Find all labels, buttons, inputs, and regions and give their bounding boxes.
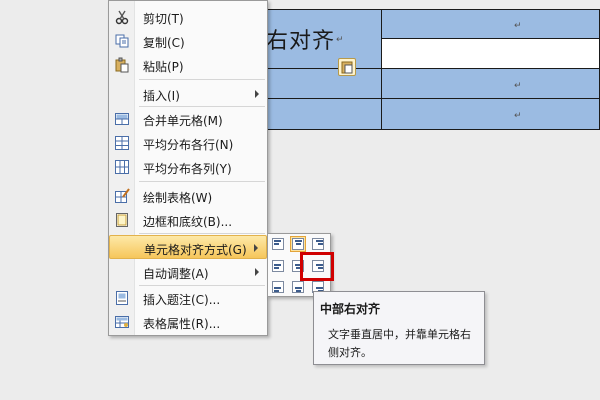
menu-item-draw-table[interactable]: 绘制表格(W) bbox=[109, 184, 267, 208]
menu-item-label: 表格属性(R)... bbox=[143, 317, 221, 331]
menu-item-label: 合并单元格(M) bbox=[143, 114, 223, 128]
paste-options-icon[interactable] bbox=[338, 58, 356, 76]
menu-item-borders-shading[interactable]: 边框和底纹(B)... bbox=[109, 208, 267, 232]
align-top-left-icon[interactable] bbox=[270, 236, 286, 252]
menu-item-label: 剪切(T) bbox=[143, 12, 184, 26]
align-middle-left-icon[interactable] bbox=[270, 258, 286, 274]
submenu-arrow-icon bbox=[255, 268, 259, 276]
table-cell[interactable] bbox=[381, 9, 600, 39]
menu-item-label: 复制(C) bbox=[143, 36, 185, 50]
menu-item-paste[interactable]: 粘贴(P) bbox=[109, 53, 267, 77]
table-cell[interactable] bbox=[381, 38, 600, 69]
scissors-icon bbox=[114, 9, 130, 25]
menu-separator bbox=[139, 79, 265, 80]
menu-item-insert[interactable]: 插入(I) bbox=[109, 82, 267, 106]
table-cell[interactable] bbox=[252, 68, 382, 99]
menu-item-cut[interactable]: 剪切(T) bbox=[109, 5, 267, 29]
menu-item-label: 绘制表格(W) bbox=[143, 191, 213, 205]
paragraph-mark: ↵ bbox=[514, 81, 522, 91]
word-table: 右对齐 ↵ ↵ ↵ ↵ bbox=[252, 9, 600, 130]
align-top-center-icon[interactable] bbox=[290, 236, 306, 252]
align-bottom-center-icon[interactable] bbox=[290, 279, 306, 295]
paragraph-mark: ↵ bbox=[514, 111, 522, 121]
table-cell[interactable] bbox=[381, 68, 600, 99]
align-bottom-left-icon[interactable] bbox=[270, 279, 286, 295]
menu-item-label: 自动调整(A) bbox=[143, 267, 209, 281]
menu-item-label: 插入(I) bbox=[143, 89, 180, 103]
menu-item-label: 单元格对齐方式(G) bbox=[144, 243, 247, 257]
borders-icon bbox=[114, 212, 130, 228]
align-top-right-icon[interactable] bbox=[310, 236, 326, 252]
tooltip: 中部右对齐 文字垂直居中，并靠单元格右侧对齐。 bbox=[313, 291, 485, 365]
menu-item-table-properties[interactable]: 表格属性(R)... bbox=[109, 310, 267, 334]
menu-item-merge-cells[interactable]: 合并单元格(M) bbox=[109, 107, 267, 131]
menu-item-label: 平均分布各行(N) bbox=[143, 138, 234, 152]
menu-separator bbox=[139, 181, 265, 182]
menu-item-autofit[interactable]: 自动调整(A) bbox=[109, 260, 267, 284]
menu-separator bbox=[139, 233, 265, 234]
paragraph-mark: ↵ bbox=[336, 35, 344, 45]
menu-item-label: 边框和底纹(B)... bbox=[143, 215, 233, 229]
menu-item-label: 平均分布各列(Y) bbox=[143, 162, 232, 176]
red-callout-box bbox=[300, 252, 334, 281]
menu-item-copy[interactable]: 复制(C) bbox=[109, 29, 267, 53]
copy-icon bbox=[114, 33, 130, 49]
submenu-arrow-icon bbox=[255, 90, 259, 98]
document-page: 右对齐 ↵ ↵ ↵ ↵ bbox=[0, 0, 600, 400]
menu-item-label: 粘贴(P) bbox=[143, 60, 184, 74]
menu-item-insert-caption[interactable]: 插入题注(C)... bbox=[109, 286, 267, 310]
context-menu: 剪切(T) 复制(C) 粘贴(P) 插入(I) 合并单元格(M) 平均分布各行(… bbox=[108, 0, 268, 336]
cell-text: 右对齐 bbox=[266, 29, 336, 54]
draw-table-icon bbox=[114, 188, 130, 204]
table-cell[interactable] bbox=[252, 98, 382, 130]
menu-item-distribute-columns[interactable]: 平均分布各列(Y) bbox=[109, 155, 267, 179]
table-properties-icon bbox=[114, 314, 130, 330]
menu-item-distribute-rows[interactable]: 平均分布各行(N) bbox=[109, 131, 267, 155]
tooltip-title: 中部右对齐 bbox=[320, 302, 381, 316]
tooltip-body: 文字垂直居中，并靠单元格右侧对齐。 bbox=[328, 328, 471, 359]
caption-icon bbox=[114, 290, 130, 306]
paragraph-mark: ↵ bbox=[514, 21, 522, 31]
distribute-rows-icon bbox=[114, 135, 130, 151]
menu-item-label: 插入题注(C)... bbox=[143, 293, 221, 307]
paste-icon bbox=[114, 57, 130, 73]
submenu-arrow-icon bbox=[254, 244, 258, 252]
distribute-columns-icon bbox=[114, 159, 130, 175]
table-cell[interactable] bbox=[381, 98, 600, 130]
merge-cells-icon bbox=[114, 111, 130, 127]
menu-item-cell-alignment[interactable]: 单元格对齐方式(G) bbox=[109, 235, 267, 259]
